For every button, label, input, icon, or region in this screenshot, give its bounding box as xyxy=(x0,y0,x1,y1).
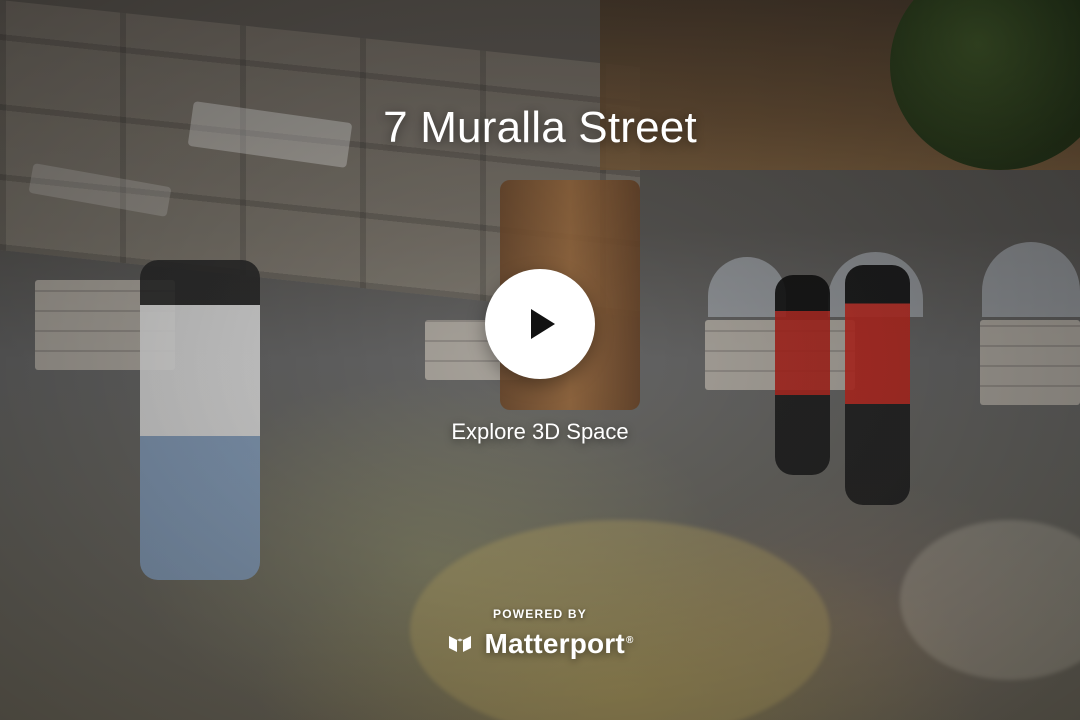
matterport-logo-icon xyxy=(446,630,474,658)
play-icon xyxy=(531,309,555,339)
matterport-brand-link[interactable]: Matterport® xyxy=(0,628,1080,660)
powered-by-label: POWERED BY xyxy=(492,607,587,621)
space-title: 7 Muralla Street xyxy=(383,103,697,152)
registered-mark: ® xyxy=(625,634,634,646)
explore-3d-label[interactable]: Explore 3D Space xyxy=(0,419,1080,445)
brand-name-text: Matterport xyxy=(484,628,625,659)
matterport-viewer: 7 Muralla Street Explore 3D Space POWERE… xyxy=(0,0,1080,720)
brand-name: Matterport® xyxy=(484,628,633,660)
play-button[interactable] xyxy=(485,269,595,379)
